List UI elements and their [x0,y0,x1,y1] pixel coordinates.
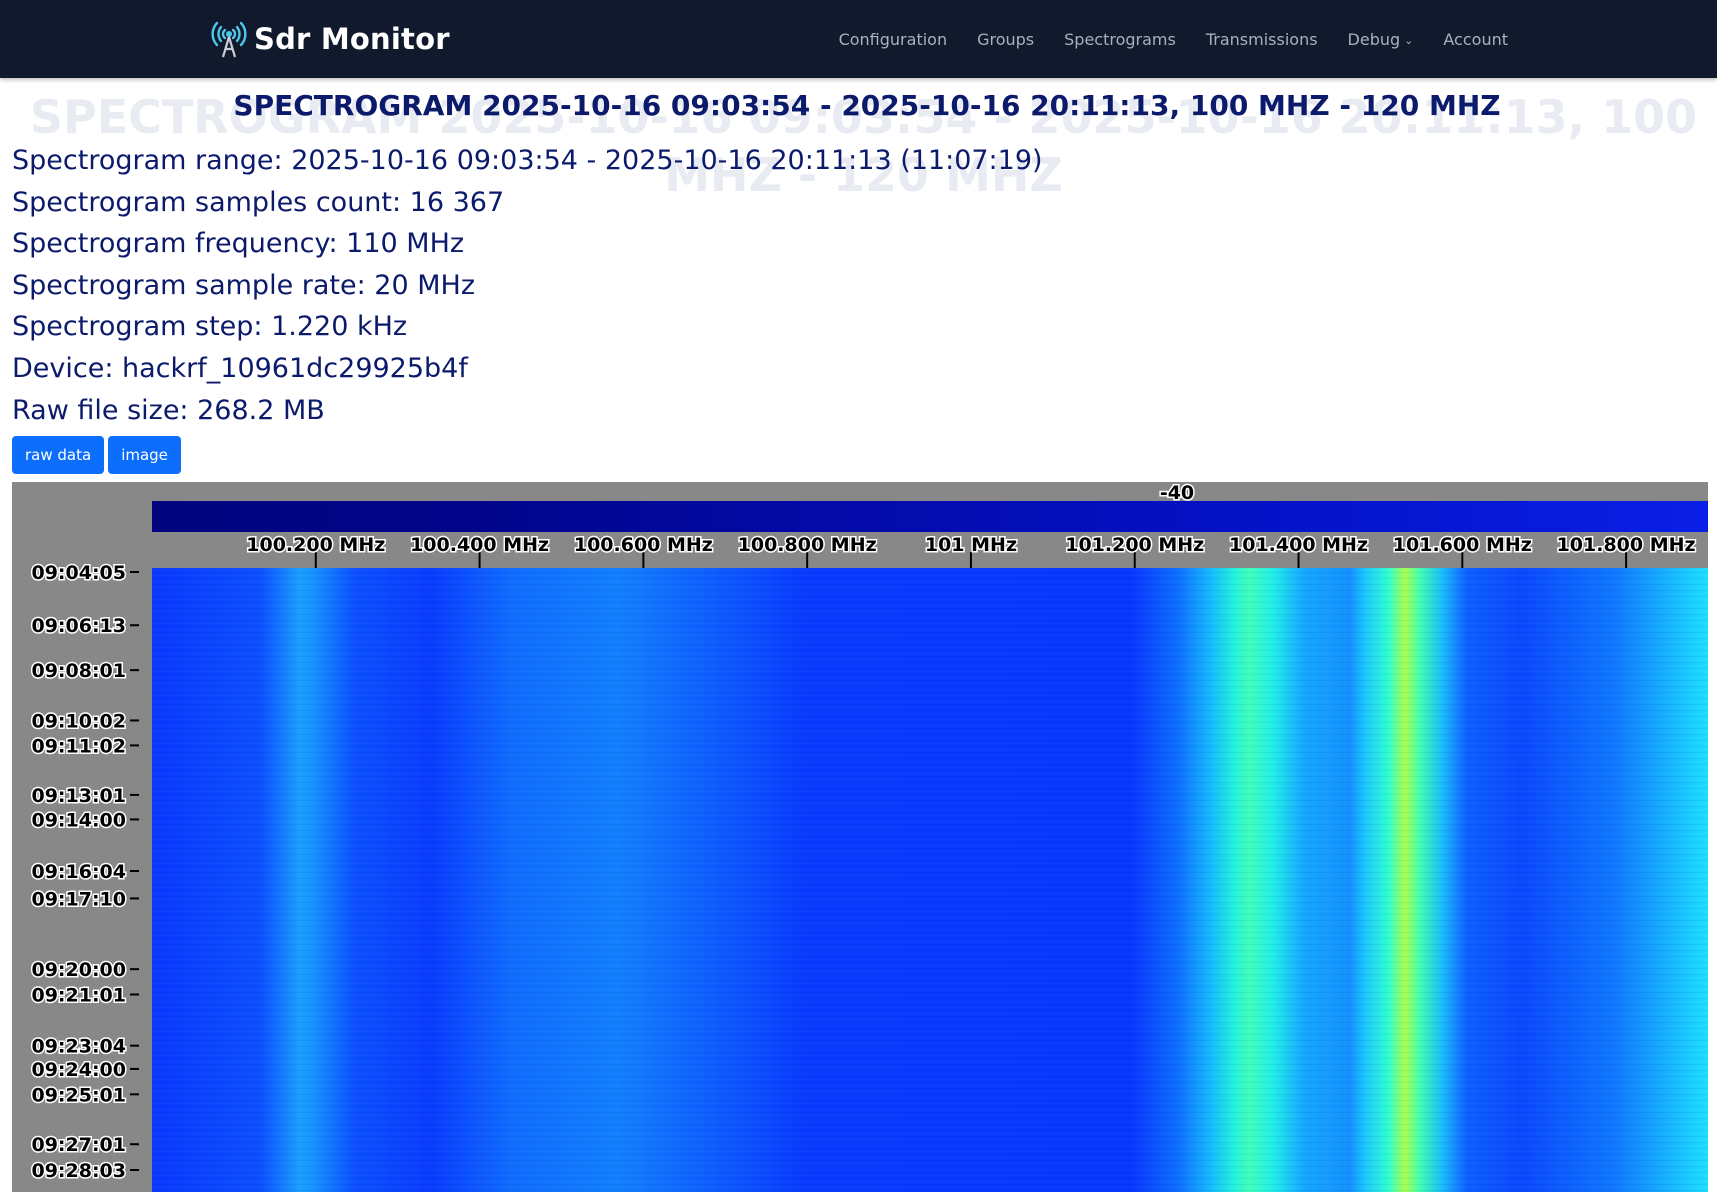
spectrogram-info: Spectrogram range: 2025-10-16 09:03:54 -… [12,140,1043,431]
image-button[interactable]: image [108,436,181,474]
brand-name: Sdr Monitor [254,22,450,56]
time-tick-label: 09:23:04 [31,1036,126,1058]
navbar: Sdr Monitor Configuration Groups Spectro… [0,0,1717,78]
time-tick-label: 09:25:01 [31,1084,126,1106]
nav-spectrograms[interactable]: Spectrograms [1064,30,1176,49]
info-device: Device: hackrf_10961dc29925b4f [12,352,468,384]
frequency-tick-label: 100.600 MHz [574,534,713,556]
info-samples-count: Spectrogram samples count: 16 367 [12,186,505,218]
scale-bar [152,501,1708,532]
time-tick-label: 09:17:10 [31,888,126,910]
time-tick-label: 09:13:01 [31,785,126,807]
nav-groups[interactable]: Groups [977,30,1034,49]
time-tick-label: 09:04:05 [31,562,126,584]
download-buttons: raw data image [12,436,181,474]
time-tick-label: 09:14:00 [31,809,126,831]
frequency-tick-label: 100.800 MHz [738,534,877,556]
nav-debug-label: Debug [1347,29,1401,49]
time-tick-label: 09:20:00 [31,959,126,981]
nav-debug-dropdown[interactable]: Debug ⌄ [1348,30,1414,49]
info-step: Spectrogram step: 1.220 kHz [12,311,408,343]
time-tick-label: 09:08:01 [31,660,126,682]
time-tick-label: 09:27:01 [31,1134,126,1156]
time-tick-label: 09:06:13 [31,615,126,637]
time-tick-label: 09:21:01 [31,985,126,1007]
time-tick-label: 09:10:02 [31,710,126,732]
nav-transmissions[interactable]: Transmissions [1206,30,1318,49]
nav-account[interactable]: Account [1443,30,1508,49]
time-tick-label: 09:16:04 [31,861,126,883]
frequency-tick-label: 101 MHz [925,534,1017,556]
time-tick-label: 09:11:02 [31,735,126,757]
raw-data-button[interactable]: raw data [12,436,105,474]
spectrogram-texture [152,568,1708,1192]
info-raw-file-size: Raw file size: 268.2 MB [12,394,325,426]
chevron-down-icon: ⌄ [1404,33,1414,47]
spectrogram-viewer[interactable]: -40 100.200 MHz 100.400 MHz 100.600 MHz 100… [12,482,1708,1192]
frequency-tick-label: 101.200 MHz [1065,534,1204,556]
scale-value: -40 [1160,482,1194,504]
info-range: Spectrogram range: 2025-10-16 09:03:54 -… [12,145,1043,176]
frequency-tick-label: 101.800 MHz [1557,534,1696,556]
frequency-tick-label: 101.600 MHz [1393,534,1532,556]
nav-links: Configuration Groups Spectrograms Transm… [839,0,1508,78]
radio-tower-icon [210,20,248,58]
brand-link[interactable]: Sdr Monitor [210,18,450,60]
time-tick-label: 09:24:00 [31,1059,126,1081]
info-sample-rate: Spectrogram sample rate: 20 MHz [12,269,475,301]
time-tick-label: 09:28:03 [31,1160,126,1182]
frequency-tick-label: 100.200 MHz [246,534,385,556]
page-title: SPECTROGRAM 2025-10-16 09:03:54 - 2025-1… [233,89,1501,122]
info-frequency: Spectrogram frequency: 110 MHz [12,228,465,260]
nav-configuration[interactable]: Configuration [839,30,948,49]
frequency-tick-label: 100.400 MHz [410,534,549,556]
frequency-tick-label: 101.400 MHz [1229,534,1368,556]
